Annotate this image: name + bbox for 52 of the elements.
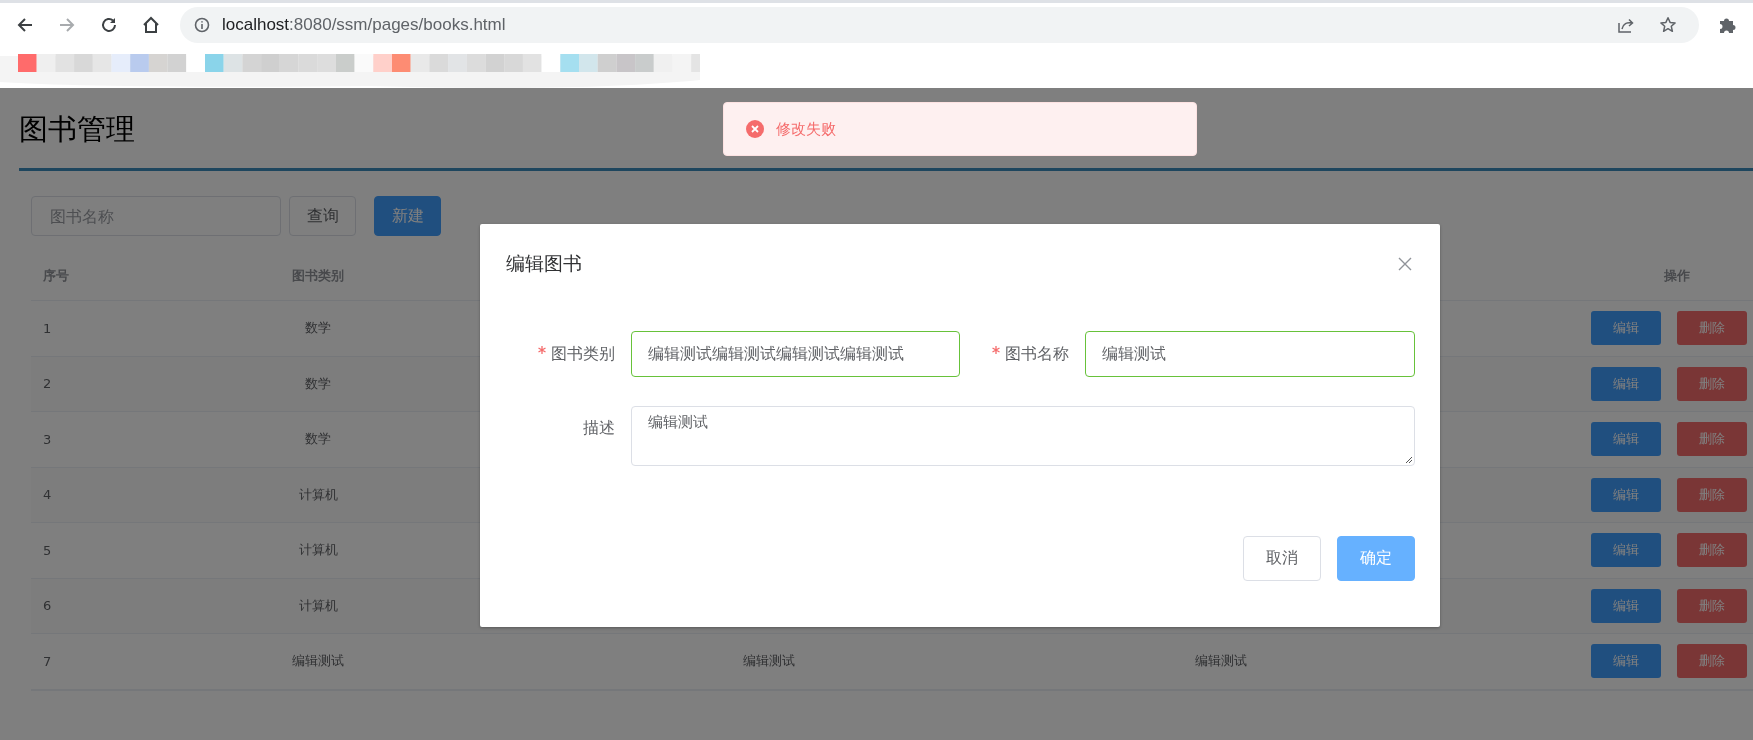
edit-button[interactable]: 编辑 (1591, 477, 1661, 512)
edit-button[interactable]: 编辑 (1591, 311, 1661, 346)
description-field[interactable]: 编辑测试 (631, 406, 1415, 466)
table-cell: 2 (43, 376, 52, 392)
reload-icon[interactable] (100, 15, 118, 34)
edit-button[interactable]: 编辑 (1591, 533, 1661, 568)
field-label: 图书类别 (551, 343, 615, 363)
table-cell: 编辑测试 (743, 652, 795, 671)
message-text: 修改失败 (776, 119, 836, 139)
error-icon (746, 120, 764, 138)
field-label: 图书名称 (1005, 343, 1069, 363)
text-field[interactable]: 编辑测试编辑测试编辑测试编辑测试 (631, 331, 960, 377)
table-cell: 编辑测试 (292, 652, 344, 671)
table-cell: 数学 (305, 430, 331, 449)
table-cell: 编辑测试 (1194, 652, 1247, 671)
table-cell: 数学 (305, 319, 331, 338)
edit-button[interactable]: 编辑 (1591, 644, 1661, 679)
table-cell: 6 (43, 598, 52, 614)
delete-button[interactable]: 删除 (1677, 366, 1747, 401)
table-cell: 计算机 (298, 541, 338, 560)
home-icon[interactable] (142, 15, 160, 34)
table-cell: 数学 (305, 374, 331, 393)
table-cell: 1 (43, 320, 52, 336)
edit-button[interactable]: 编辑 (1591, 588, 1661, 623)
table-cell: 5 (43, 542, 52, 558)
address-bar[interactable]: localhost:8080/ssm/pages/books.html (180, 6, 1699, 43)
text-field[interactable]: 编辑测试 (1085, 331, 1415, 377)
edit-button[interactable]: 编辑 (1591, 422, 1661, 457)
cancel-button[interactable]: 取消 (1243, 536, 1321, 581)
info-icon[interactable] (194, 16, 210, 33)
delete-button[interactable]: 删除 (1677, 644, 1747, 679)
query-button[interactable]: 查询 (289, 196, 356, 236)
resize-handle-icon[interactable] (1405, 456, 1413, 464)
table-cell: 7 (43, 653, 52, 669)
confirm-button[interactable]: 确定 (1337, 536, 1415, 581)
edit-button[interactable]: 编辑 (1591, 366, 1661, 401)
delete-button[interactable]: 删除 (1677, 311, 1747, 346)
delete-button[interactable]: 删除 (1677, 533, 1747, 568)
close-icon[interactable] (1398, 257, 1412, 271)
page-title: 图书管理 (19, 112, 135, 146)
delete-button[interactable]: 删除 (1677, 588, 1747, 623)
delete-button[interactable]: 删除 (1677, 422, 1747, 457)
table-cell: 计算机 (298, 485, 338, 504)
delete-button[interactable]: 删除 (1677, 477, 1747, 512)
dialog-title: 编辑图书 (506, 251, 582, 276)
new-button[interactable]: 新建 (374, 196, 441, 236)
table-cell: 3 (43, 431, 52, 447)
star-icon[interactable] (1659, 15, 1677, 34)
field-label: 描述 (583, 418, 615, 437)
back-icon[interactable] (16, 15, 34, 34)
table-cell: 4 (43, 487, 52, 503)
table-cell: 计算机 (298, 596, 338, 615)
